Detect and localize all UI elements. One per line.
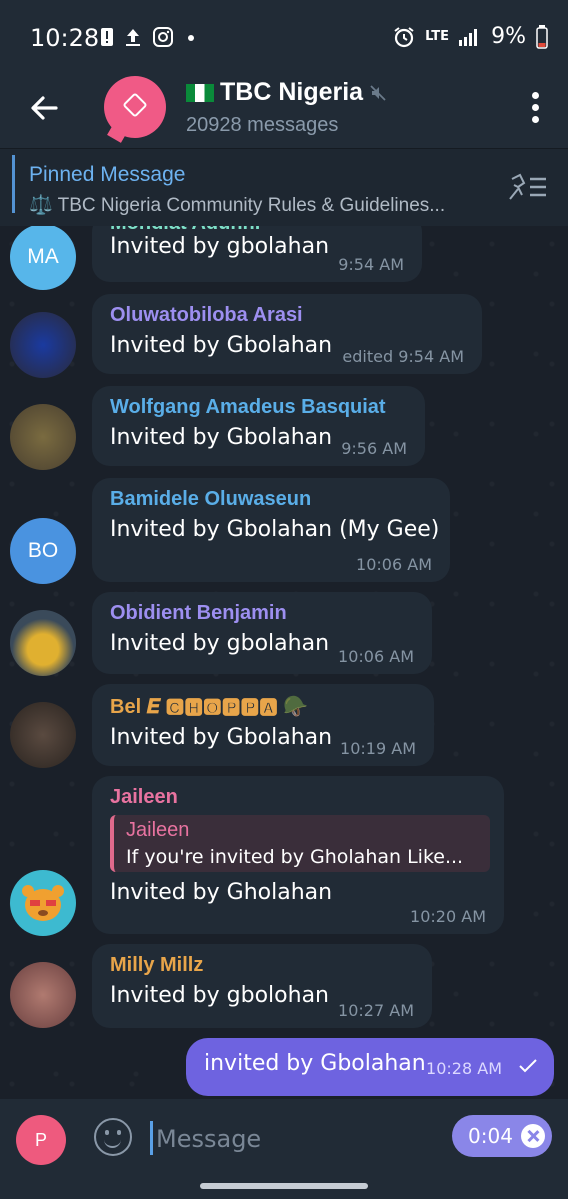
avatar[interactable] [10, 404, 76, 470]
reply-text: If you're invited by Gholahan Like... [126, 846, 464, 868]
pinned-list-icon[interactable] [508, 173, 548, 201]
upload-icon [126, 29, 140, 46]
mute-icon [370, 84, 386, 101]
status-right: LTE 9% [393, 24, 548, 49]
battery-percent: 9% [491, 24, 526, 49]
status-bar: 10:28 LTE 9% [0, 0, 568, 76]
instagram-icon [153, 27, 173, 47]
recording-time: 0:04 [468, 1124, 513, 1148]
alert-icon [101, 28, 113, 46]
message-time: 10:06 AM [356, 555, 432, 574]
message-time: 10:27 AM [338, 1001, 414, 1020]
own-message-time: 10:28 AM [426, 1059, 502, 1078]
group-avatar[interactable] [104, 76, 166, 143]
bear-avatar-icon [22, 885, 64, 921]
message-time: 10:06 AM [338, 647, 414, 666]
avatar[interactable]: MA [10, 226, 76, 290]
message-bubble[interactable]: Bel 𝑬 🅲🅷🅾🅿🅿🅰 🪖 Invited by Gbolahan 10:19… [92, 684, 434, 766]
pinned-label: Pinned Message [29, 163, 186, 186]
status-time: 10:28 [30, 24, 100, 52]
chat-subtitle: 20928 messages [186, 114, 339, 136]
sender-name[interactable]: Bamidele Oluwaseun [110, 488, 432, 511]
send-as-avatar[interactable]: P [16, 1115, 66, 1165]
sender-name[interactable]: Wolfgang Amadeus Basquiat [110, 396, 407, 419]
text-cursor [150, 1121, 153, 1155]
message-time: edited 9:54 AM [342, 347, 464, 366]
avatar[interactable]: BO [10, 518, 76, 584]
recording-indicator[interactable]: 0:04 [452, 1115, 552, 1157]
message-bubble[interactable]: Oluwatobiloba Arasi Invited by Gbolahan … [92, 294, 482, 374]
message-bubble[interactable]: Jaileen Jaileen If you're invited by Gho… [92, 776, 504, 934]
message-time: 10:20 AM [410, 907, 486, 926]
pinned-text: ⚖️ TBC Nigeria Community Rules & Guideli… [29, 195, 446, 216]
sender-name[interactable]: Oluwatobiloba Arasi [110, 304, 464, 327]
message-bubble[interactable]: Wolfgang Amadeus Basquiat Invited by Gbo… [92, 386, 425, 466]
chat-title-text: TBC Nigeria [220, 78, 364, 106]
message-list[interactable]: MA Mondiat Aduhni Invited by gbolahan 9:… [0, 226, 568, 1099]
sender-name[interactable]: Obidient Benjamin [110, 602, 414, 625]
own-message-bubble[interactable]: invited by Gbolahan 10:28 AM [186, 1038, 554, 1096]
message-time: 9:56 AM [341, 439, 407, 458]
message-input[interactable] [156, 1121, 436, 1157]
signal-icon [459, 28, 478, 46]
avatar[interactable] [10, 870, 76, 936]
back-arrow-icon[interactable] [26, 90, 62, 126]
avatar[interactable] [10, 610, 76, 676]
system-nav-bar [0, 1179, 568, 1199]
sender-name[interactable]: Bel 𝑬 🅲🅷🅾🅿🅿🅰 🪖 [110, 694, 416, 719]
message-input-bar: P 0:04 [0, 1099, 568, 1179]
pinned-message[interactable]: Pinned Message ⚖️ TBC Nigeria Community … [0, 148, 568, 226]
message-bubble[interactable]: Mondiat Aduhni Invited by gbolahan 9:54 … [92, 226, 422, 282]
network-type: LTE [425, 28, 449, 44]
check-icon [519, 1059, 537, 1073]
message-text: Invited by Gbolahan (My Gee) [110, 517, 440, 542]
more-menu-icon[interactable] [532, 92, 540, 123]
avatar[interactable] [10, 312, 76, 378]
sender-name[interactable]: Jaileen [110, 786, 486, 809]
reply-sender: Jaileen [126, 819, 190, 841]
dot-icon [188, 35, 194, 41]
sender-name[interactable]: Milly Millz [110, 954, 414, 977]
chat-title[interactable]: TBC Nigeria [186, 78, 387, 107]
avatar[interactable] [10, 702, 76, 768]
message-text: Invited by Gholahan [110, 880, 333, 905]
chat-header: TBC Nigeria 20928 messages [0, 76, 568, 148]
home-indicator[interactable] [200, 1183, 368, 1189]
message-text: Invited by gbolahan [110, 234, 330, 259]
message-time: 9:54 AM [338, 255, 404, 274]
alarm-icon [394, 26, 414, 47]
message-bubble[interactable]: Bamidele Oluwaseun Invited by Gbolahan (… [92, 478, 450, 582]
avatar[interactable] [10, 962, 76, 1028]
message-bubble[interactable]: Obidient Benjamin Invited by gbolahan 10… [92, 592, 432, 674]
reply-quote[interactable]: Jaileen If you're invited by Gholahan Li… [110, 815, 490, 872]
own-message-text: invited by Gbolahan [204, 1051, 426, 1076]
pinned-indicator [12, 155, 15, 213]
message-time: 10:19 AM [340, 739, 416, 758]
battery-icon [536, 24, 548, 49]
message-bubble[interactable]: Milly Millz Invited by gbolohan 10:27 AM [92, 944, 432, 1028]
cancel-recording-icon[interactable] [520, 1124, 545, 1148]
emoji-icon[interactable] [94, 1118, 132, 1156]
nigeria-flag-icon [186, 83, 214, 102]
